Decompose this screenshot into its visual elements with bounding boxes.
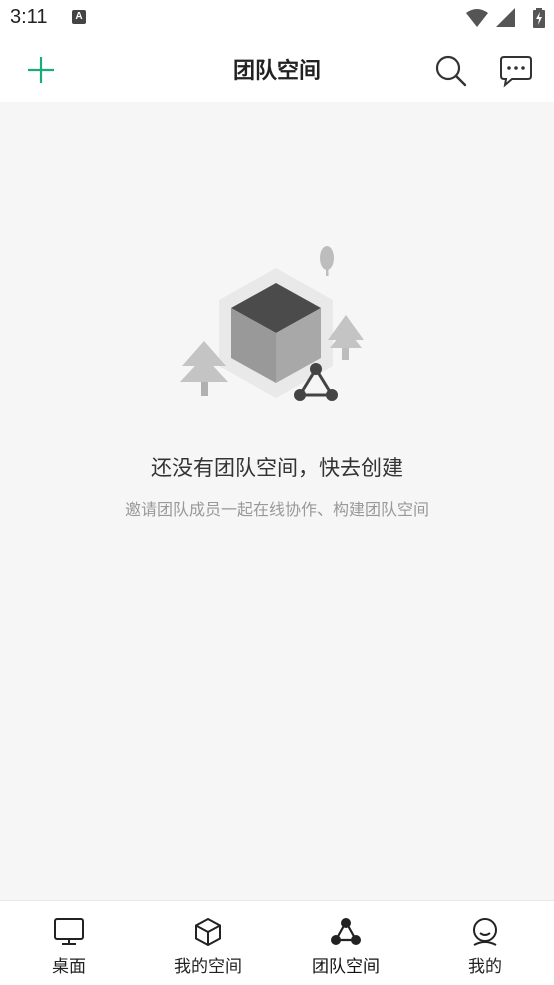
tab-label: 桌面: [52, 957, 86, 977]
search-icon: [435, 55, 467, 87]
tab-team-space[interactable]: 团队空间: [277, 901, 415, 985]
empty-team-space-illustration: [180, 246, 364, 401]
page-title: 团队空间: [232, 59, 321, 84]
cube-icon: [195, 917, 221, 947]
empty-state-subtitle: 邀请团队成员一起在线协作、构建团队空间: [124, 500, 429, 519]
status-bar: 3:11 A: [0, 0, 554, 38]
desktop-icon: [54, 918, 84, 945]
team-icon: [331, 918, 361, 945]
tab-label: 我的: [468, 957, 502, 977]
wifi-icon: [466, 9, 488, 27]
tab-my-space[interactable]: 我的空间: [139, 901, 277, 985]
tab-label: 我的空间: [174, 957, 242, 977]
battery-icon: [533, 8, 545, 28]
message-icon: [500, 56, 532, 88]
message-button[interactable]: [498, 54, 534, 88]
team-space-content: 还没有团队空间，快去创建 邀请团队成员一起在线协作、构建团队空间: [0, 102, 554, 900]
tab-profile[interactable]: 我的: [416, 901, 554, 985]
tab-desktop[interactable]: 桌面: [0, 901, 138, 985]
app-notification-icon: A: [72, 10, 86, 24]
search-button[interactable]: [432, 52, 468, 88]
profile-icon: [473, 918, 497, 946]
app-header: 团队空间: [0, 38, 554, 102]
empty-state-title: 还没有团队空间，快去创建: [151, 456, 403, 480]
status-time: 3:11: [10, 6, 48, 28]
bottom-tab-bar: 桌面 我的空间 团队空间 我的: [0, 900, 554, 985]
signal-icon: [496, 8, 515, 27]
tab-label: 团队空间: [312, 957, 380, 977]
